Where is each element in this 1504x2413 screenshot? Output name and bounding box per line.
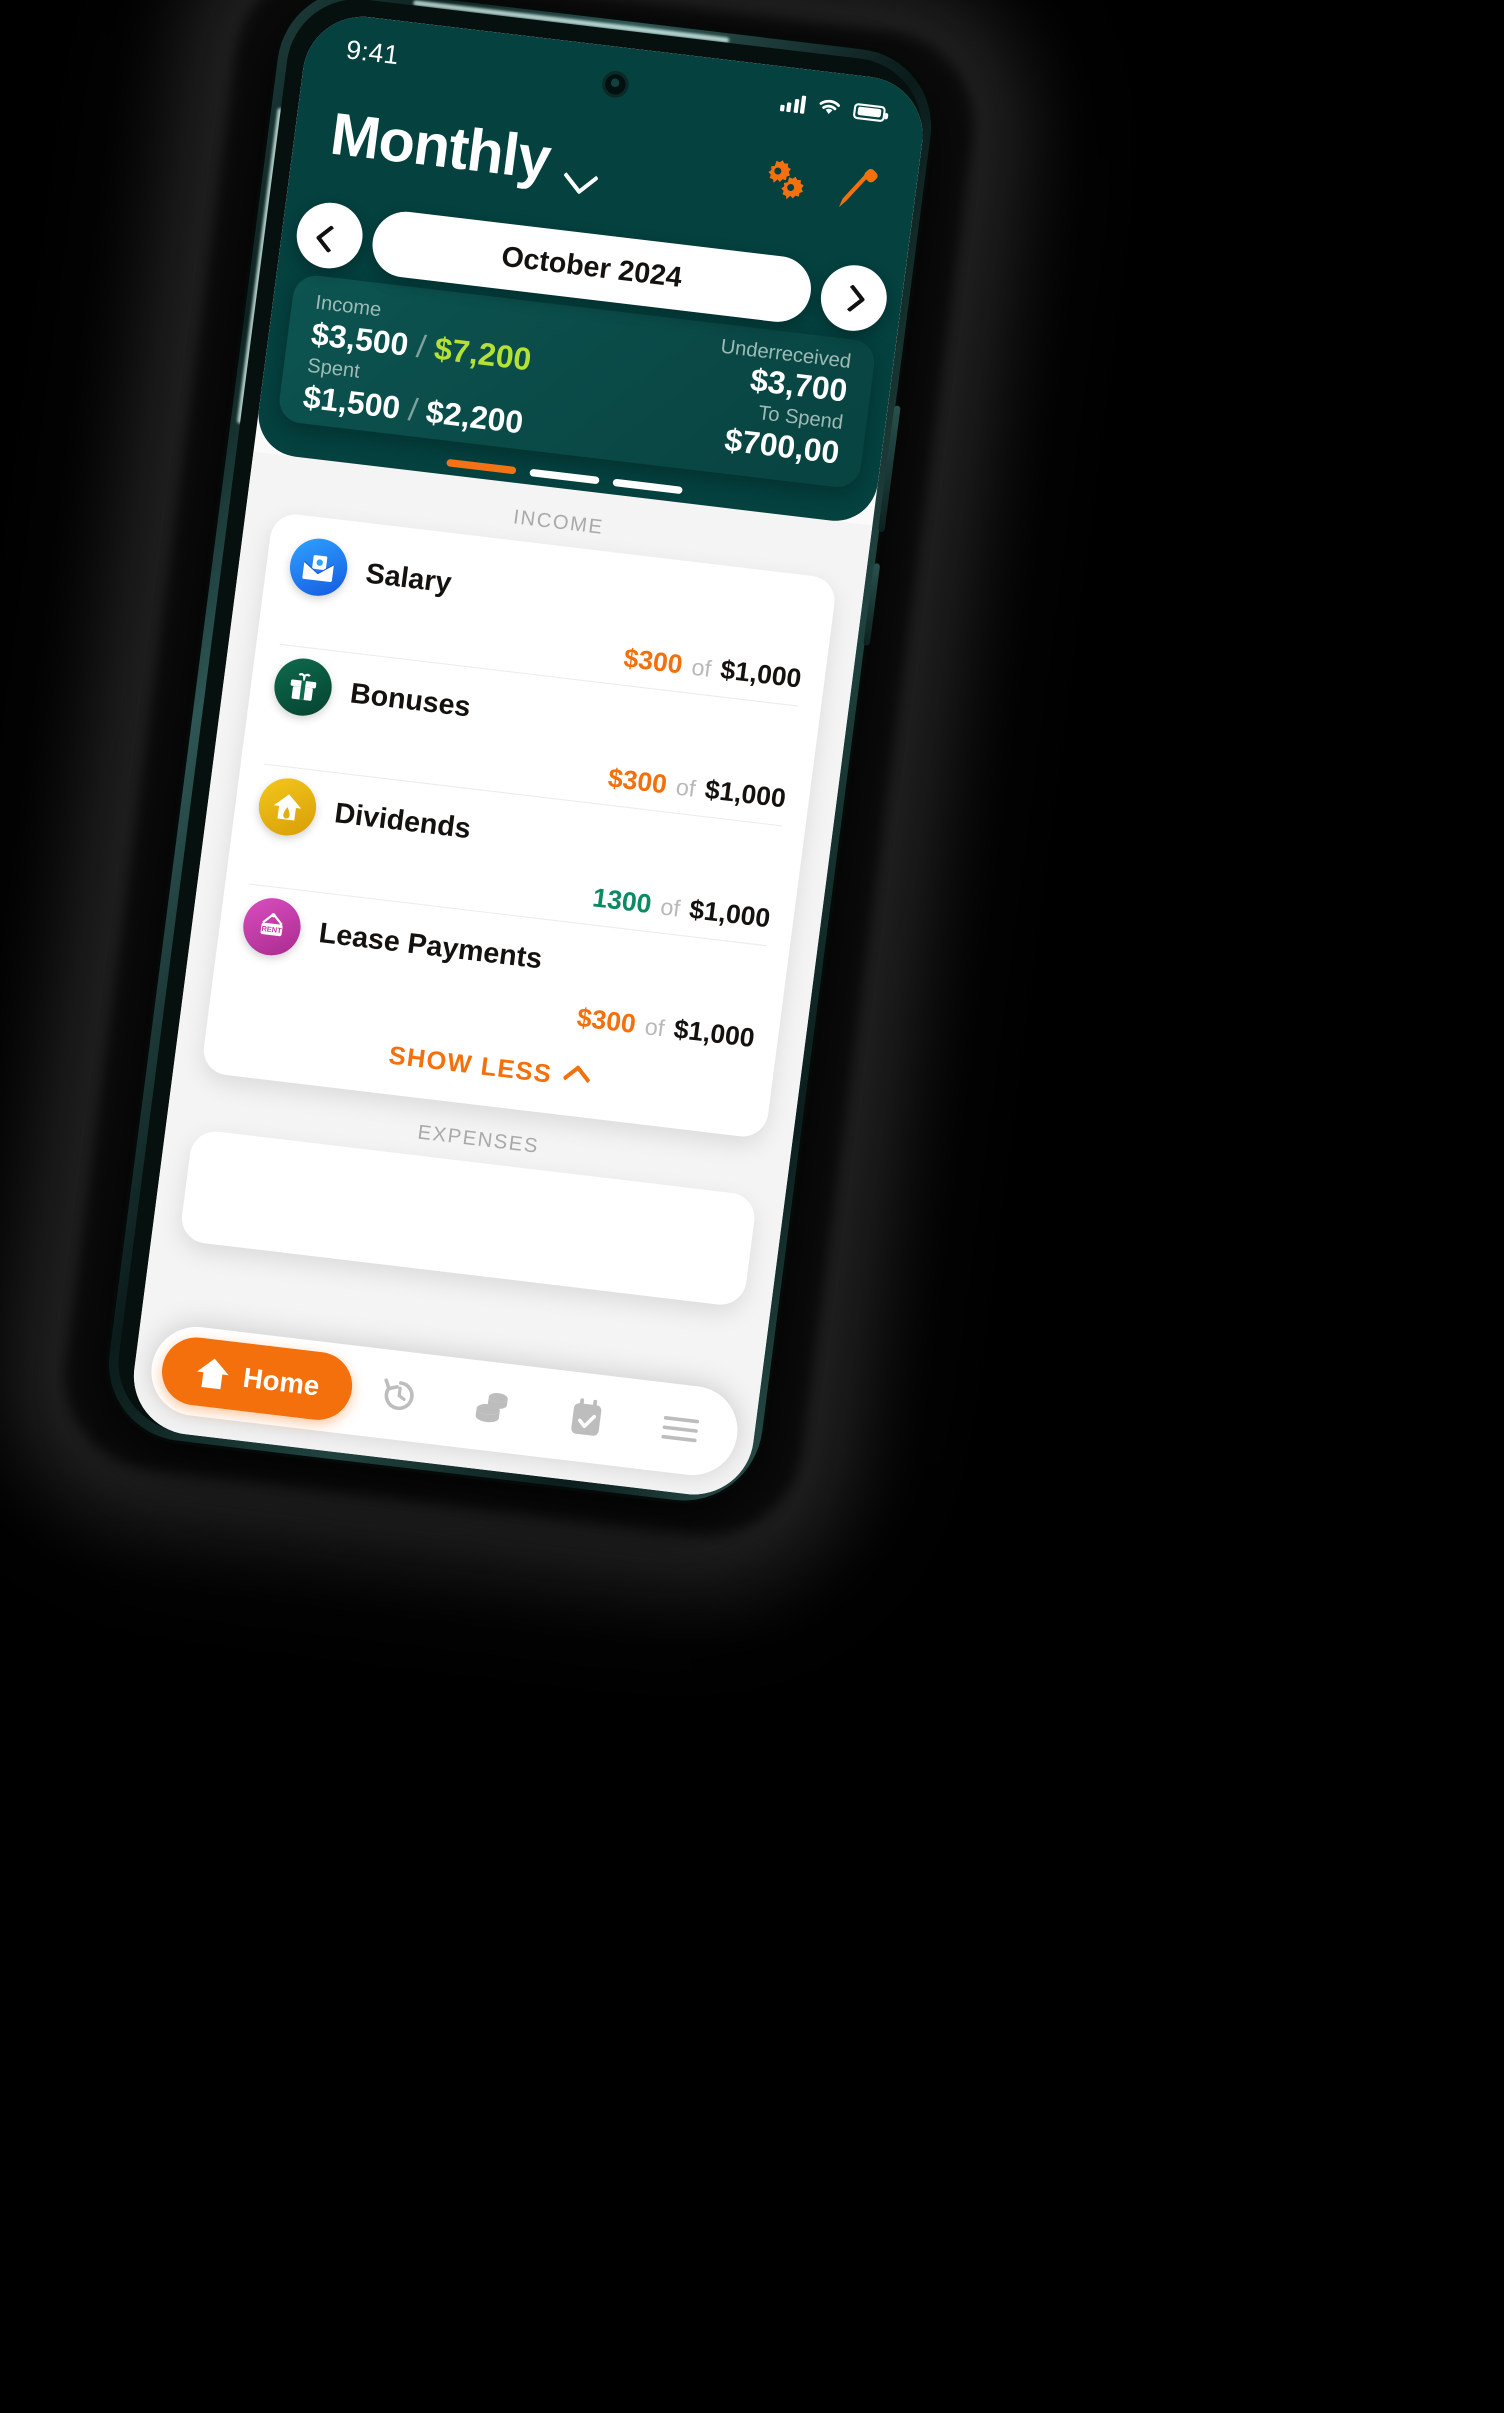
amount-of: of — [658, 893, 682, 922]
amount-current: 1300 — [590, 883, 654, 920]
status-indicators — [779, 92, 887, 123]
amount-current: $300 — [606, 763, 669, 800]
pager-dot-active[interactable] — [446, 458, 517, 475]
show-less-label: SHOW LESS — [387, 1041, 554, 1090]
tab-calendar[interactable] — [537, 1393, 636, 1442]
pager-dot[interactable] — [612, 478, 683, 495]
header-actions — [757, 155, 883, 213]
chevron-right-icon — [836, 283, 865, 312]
menu-icon — [660, 1415, 699, 1443]
rent-sign-icon: RENT — [239, 895, 305, 959]
page-title-text: Monthly — [326, 99, 555, 192]
income-separator: / — [414, 329, 428, 365]
tab-history[interactable] — [349, 1371, 448, 1420]
tab-home-label: Home — [241, 1360, 322, 1402]
battery-icon — [852, 102, 887, 122]
amount-of: of — [674, 773, 698, 803]
wifi-icon — [819, 99, 841, 114]
chevron-down-icon[interactable] — [562, 158, 599, 195]
amount-of: of — [690, 653, 713, 683]
income-card: Salary $300 of $1,000 Bonuses $300 of $1… — [200, 511, 838, 1140]
house-icon — [255, 775, 320, 839]
home-icon — [196, 1358, 229, 1390]
gears-icon[interactable] — [757, 156, 811, 204]
amount-current: $300 — [575, 1002, 638, 1040]
list-item-name: Lease Payments — [317, 916, 545, 975]
spent-separator: / — [406, 392, 420, 428]
summary-left: Income $3,500 / $7,200 Spent $1,500 / $2… — [301, 291, 537, 441]
pager-dot[interactable] — [529, 468, 600, 485]
status-time: 9:41 — [344, 34, 401, 71]
amount-of: of — [643, 1013, 667, 1042]
list-item-name: Dividends — [332, 796, 473, 845]
chevron-up-icon — [562, 1064, 591, 1093]
screenshot-canvas: 9:41 Monthly October 2024 Income $3,500 … — [0, 0, 1504, 2413]
calendar-check-icon — [570, 1398, 601, 1436]
cellular-signal-icon — [779, 92, 807, 114]
list-item-name: Salary — [364, 556, 454, 599]
chevron-left-icon — [315, 224, 344, 253]
list-item-name: Bonuses — [348, 676, 473, 723]
money-envelope-icon — [286, 535, 351, 600]
tab-menu[interactable] — [631, 1410, 728, 1449]
current-month-label: October 2024 — [499, 239, 684, 293]
prev-month-button[interactable] — [292, 199, 367, 273]
phone-mockup: 9:41 Monthly October 2024 Income $3,500 … — [53, 0, 986, 1546]
app-header: 9:41 Monthly October 2024 Income $3,500 … — [253, 10, 930, 526]
gift-icon — [270, 655, 336, 719]
tab-coins[interactable] — [443, 1383, 541, 1430]
next-month-button[interactable] — [816, 261, 891, 335]
amount-current: $300 — [621, 643, 685, 680]
coins-icon — [475, 1393, 508, 1423]
pencil-icon[interactable] — [834, 165, 882, 214]
history-icon — [383, 1378, 414, 1411]
summary-right: Underreceived $3,700 To Spend $700,00 — [706, 334, 852, 472]
tab-home[interactable]: Home — [157, 1333, 357, 1424]
page-title[interactable]: Monthly — [326, 99, 599, 198]
